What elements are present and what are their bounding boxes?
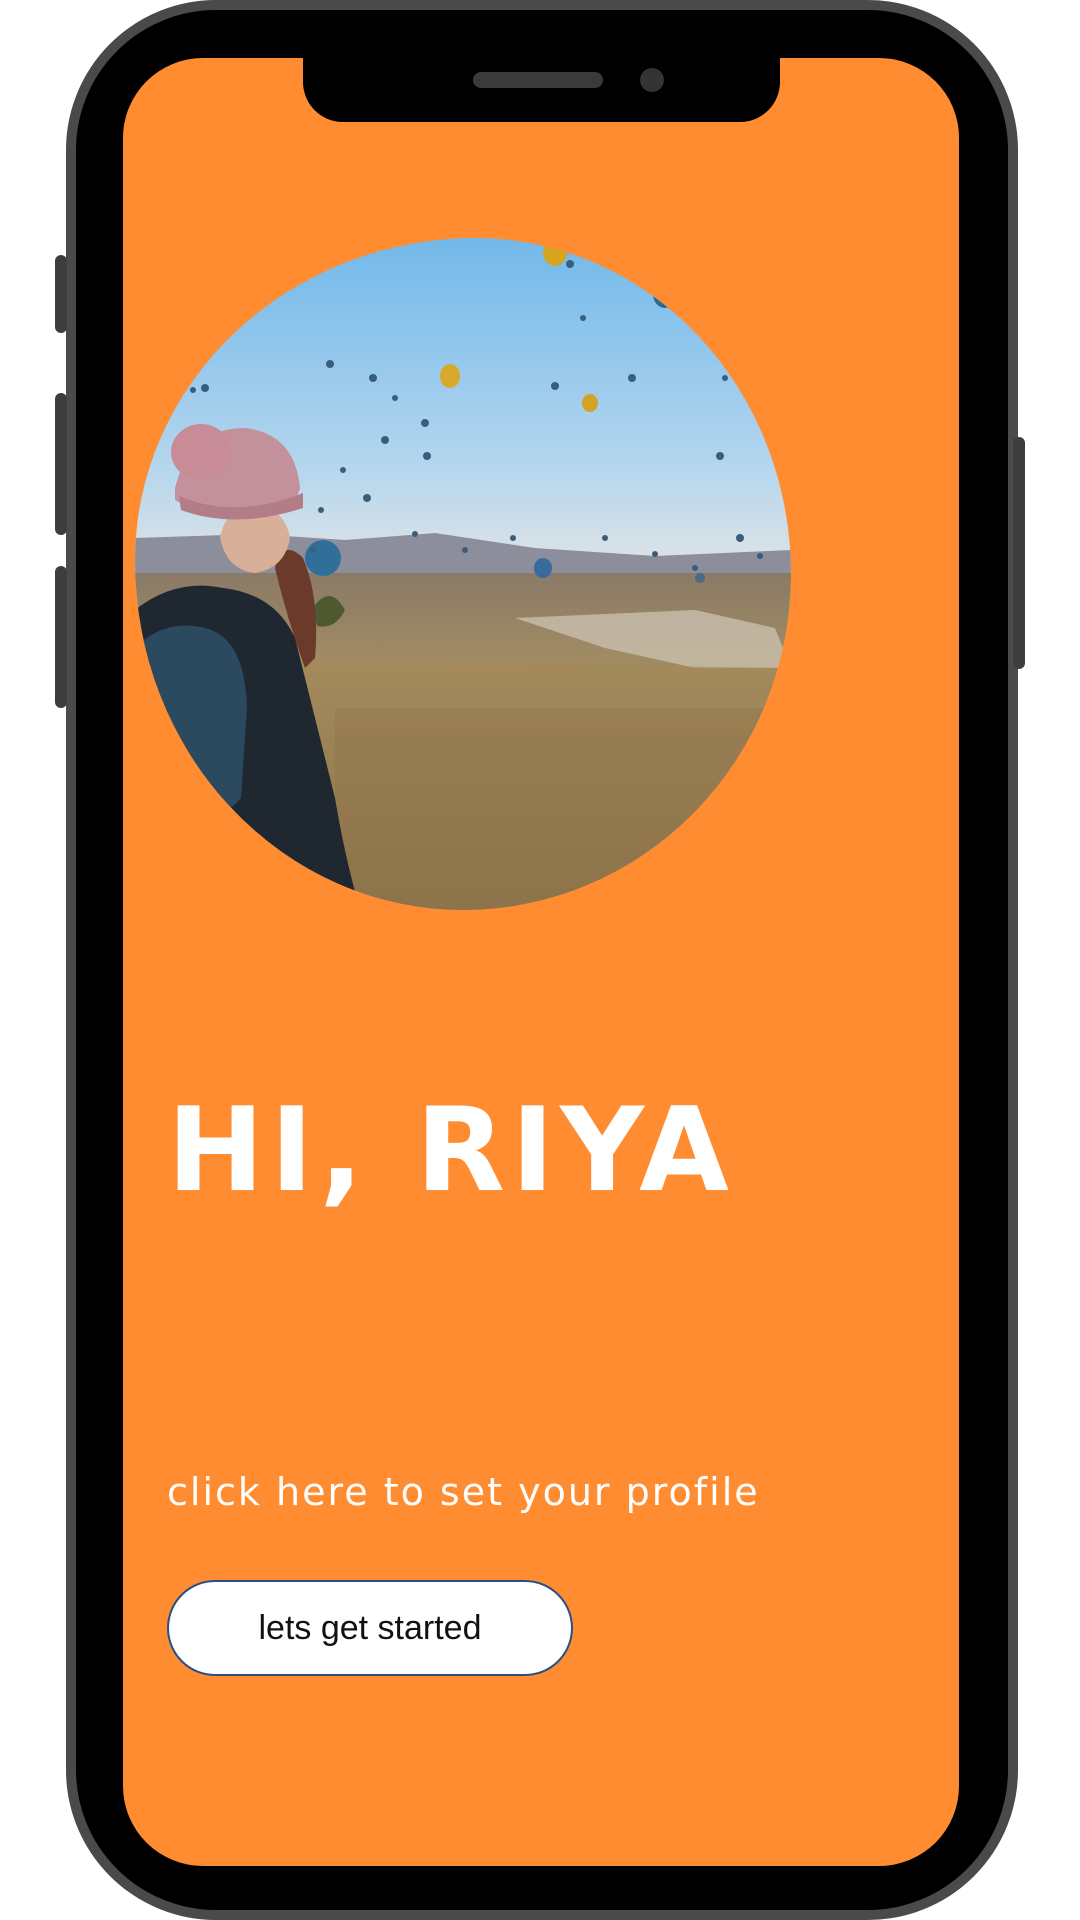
app-screen: HI, RIYA click here to set your profile … <box>123 58 959 1866</box>
traveler-balloons-photo <box>135 238 791 910</box>
volume-up-button <box>55 393 67 535</box>
greeting-title: HI, RIYA <box>167 1083 735 1218</box>
mute-switch <box>55 255 67 333</box>
hero-photo <box>135 238 791 910</box>
set-profile-link[interactable]: click here to set your profile <box>167 1470 760 1516</box>
notch <box>303 58 780 122</box>
power-button <box>1013 437 1025 669</box>
lets-get-started-button[interactable]: lets get started <box>167 1580 573 1676</box>
front-camera <box>640 68 664 92</box>
volume-down-button <box>55 566 67 708</box>
speaker-grille <box>473 72 603 88</box>
lets-get-started-label: lets get started <box>258 1608 482 1647</box>
